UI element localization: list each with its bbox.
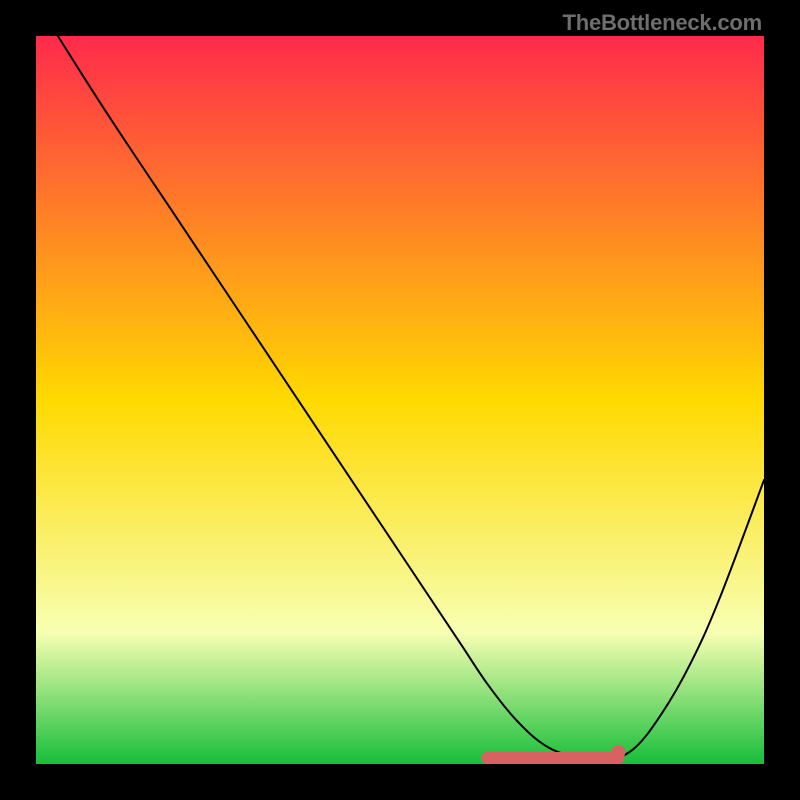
- watermark-text: TheBottleneck.com: [562, 10, 762, 36]
- gradient-background: [36, 36, 764, 764]
- chart-frame: TheBottleneck.com: [0, 0, 800, 800]
- plot-area: [36, 36, 764, 764]
- optimal-point-marker: [611, 745, 625, 759]
- chart-svg: [36, 36, 764, 764]
